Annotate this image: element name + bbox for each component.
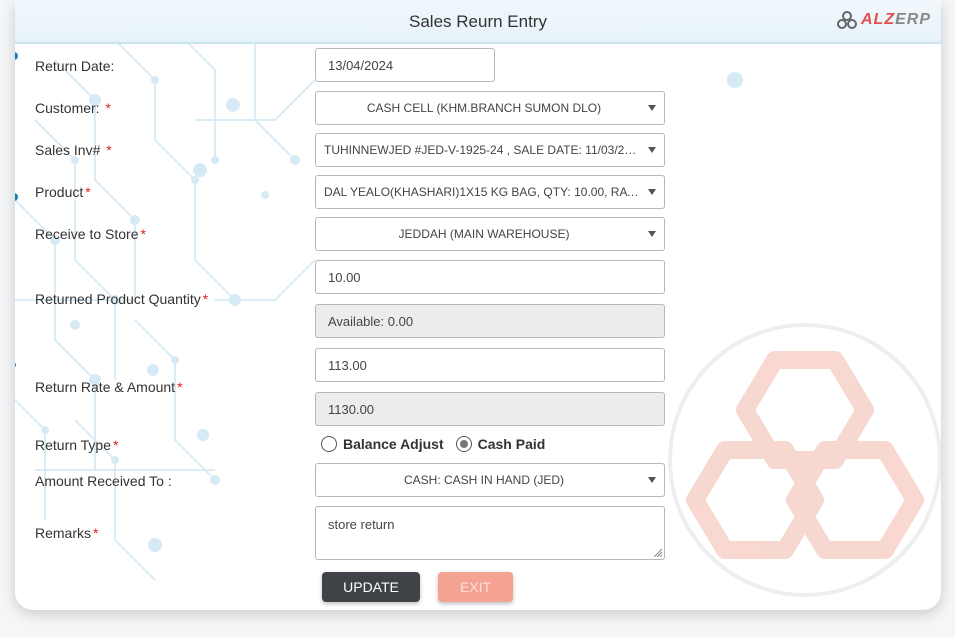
sales-inv-label: Sales Inv# *	[35, 142, 112, 158]
remarks-textarea[interactable]: store return	[315, 506, 665, 560]
resize-handle-icon[interactable]	[654, 549, 662, 557]
receive-store-select[interactable]: JEDDAH (MAIN WAREHOUSE)	[315, 217, 665, 251]
customer-label: Customer: *	[35, 100, 111, 116]
available-qty-field: Available: 0.00	[315, 304, 665, 338]
dialog-title: Sales Reurn Entry	[409, 12, 547, 31]
sales-inv-select[interactable]: TUHINNEWJED #JED-V-1925-24 , SALE DATE: …	[315, 133, 665, 167]
chevron-down-icon	[648, 147, 656, 153]
radio-circle-selected[interactable]	[455, 436, 472, 452]
amount-received-label: Amount Received To :	[35, 473, 172, 489]
logo-icon	[837, 11, 857, 29]
product-label: Product *	[35, 184, 91, 200]
watermark-logo	[668, 323, 941, 597]
return-date-label: Return Date:	[35, 58, 115, 74]
decor-dot	[15, 52, 18, 60]
chevron-down-icon	[648, 231, 656, 237]
returned-qty-label: Returned Product Quantity *	[35, 291, 209, 307]
chevron-down-icon	[648, 477, 656, 483]
logo-text: ALZERP	[861, 11, 932, 28]
decor-dot	[15, 193, 18, 201]
return-rate-label: Return Rate & Amount *	[35, 379, 183, 395]
decor-dot	[15, 362, 16, 368]
radio-balance-adjust[interactable]: Balance Adjust	[321, 436, 444, 452]
customer-select[interactable]: CASH CELL (KHM.BRANCH SUMON DLO)	[315, 91, 665, 125]
update-button[interactable]: UPDATE	[322, 572, 420, 602]
exit-button[interactable]: EXIT	[438, 572, 513, 602]
returned-qty-input[interactable]: 10.00	[315, 260, 665, 294]
return-date-input[interactable]: 13/04/2024	[315, 48, 495, 82]
chevron-down-icon	[648, 105, 656, 111]
remarks-label: Remarks *	[35, 525, 99, 541]
return-type-radio-group: Balance Adjust Cash Paid	[321, 436, 557, 452]
alzerp-logo: ALZERP	[837, 10, 931, 30]
radio-cash-paid[interactable]: Cash Paid	[455, 436, 545, 452]
chevron-down-icon	[648, 189, 656, 195]
receive-store-label: Receive to Store *	[35, 226, 146, 242]
product-select[interactable]: DAL YEALO(KHASHARI)1X15 KG BAG, QTY: 10.…	[315, 175, 665, 209]
return-rate-input[interactable]: 113.00	[315, 348, 665, 382]
dialog-header: Sales Reurn Entry ALZERP	[15, 0, 941, 44]
amount-received-select[interactable]: CASH: CASH IN HAND (JED)	[315, 463, 665, 497]
radio-circle[interactable]	[321, 436, 337, 452]
return-amount-field: 1130.00	[315, 392, 665, 426]
sales-return-dialog: Sales Reurn Entry ALZERP Return Date: 13…	[15, 0, 941, 610]
return-type-label: Return Type *	[35, 437, 119, 453]
